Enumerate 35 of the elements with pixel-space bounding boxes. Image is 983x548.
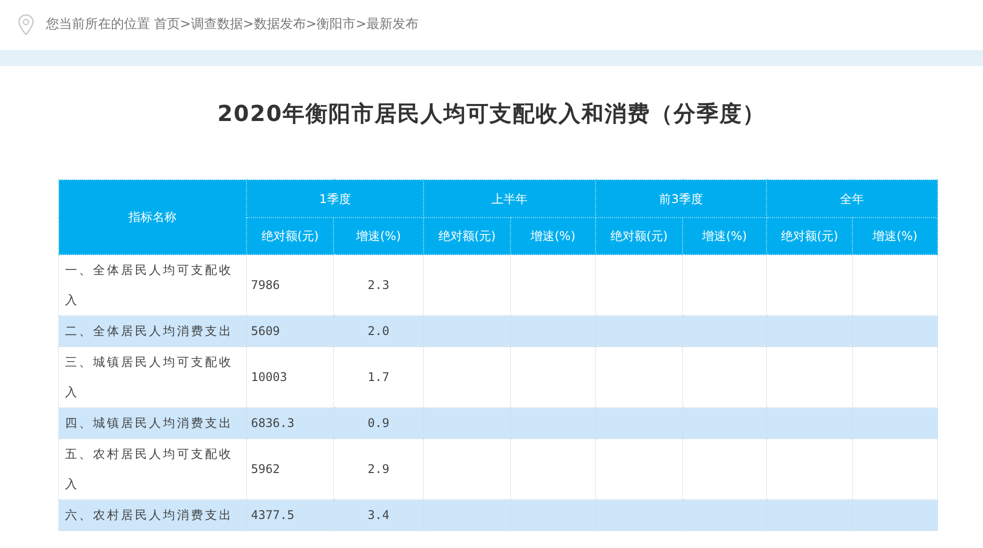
table-cell-text: 2.3 [366,277,390,294]
page-title: 2020年衡阳市居民人均可支配收入和消费（分季度） [217,100,766,129]
column-header: 绝对额(元) [596,218,683,254]
table-cell-text: 10003 [250,369,288,386]
table-cell-text: 0.9 [366,415,390,432]
column-header: 绝对额(元) [246,218,334,254]
column-header: 绝对额(元) [424,218,511,254]
row-label: 二、全体居民人均消费支出 [58,316,246,346]
row-label: 一、全体居民人均可支配收入 [58,254,246,316]
breadcrumb-label: 您当前所在的位置 [46,16,150,34]
location-pin-icon [18,14,34,36]
row-label: 五、农村居民人均可支配收入 [58,438,246,500]
column-header: 增速(%) [682,218,767,254]
column-header: 增速(%) [510,218,596,254]
column-header: 增速(%) [852,218,938,254]
column-header: 指标名称 [58,180,246,254]
row-label: 三、城镇居民人均可支配收入 [58,346,246,408]
column-group-header: 1季度 [246,180,424,218]
table-cell-text: 3.4 [366,507,390,524]
column-group-header: 上半年 [424,180,596,218]
table-cell-text: 2.9 [366,461,390,478]
table-cell-text: 5962 [250,461,281,478]
table-cell-text: 6836.3 [250,415,296,432]
table-cell-text: 5609 [250,323,281,340]
table-cell-text: 4377.5 [250,507,296,524]
breadcrumb[interactable]: 首页>调查数据>数据发布>衡阳市>最新发布 [154,15,419,35]
column-header: 增速(%) [334,218,424,254]
column-group-header: 前3季度 [596,180,767,218]
table-cell-text: 7986 [250,277,281,294]
table-cell-text: 1.7 [366,369,390,386]
column-header: 绝对额(元) [766,218,853,254]
column-group-header: 全年 [766,180,938,218]
row-label: 六、农村居民人均消费支出 [58,500,246,530]
row-label: 四、城镇居民人均消费支出 [58,408,246,438]
table-cell-text: 2.0 [366,323,390,340]
